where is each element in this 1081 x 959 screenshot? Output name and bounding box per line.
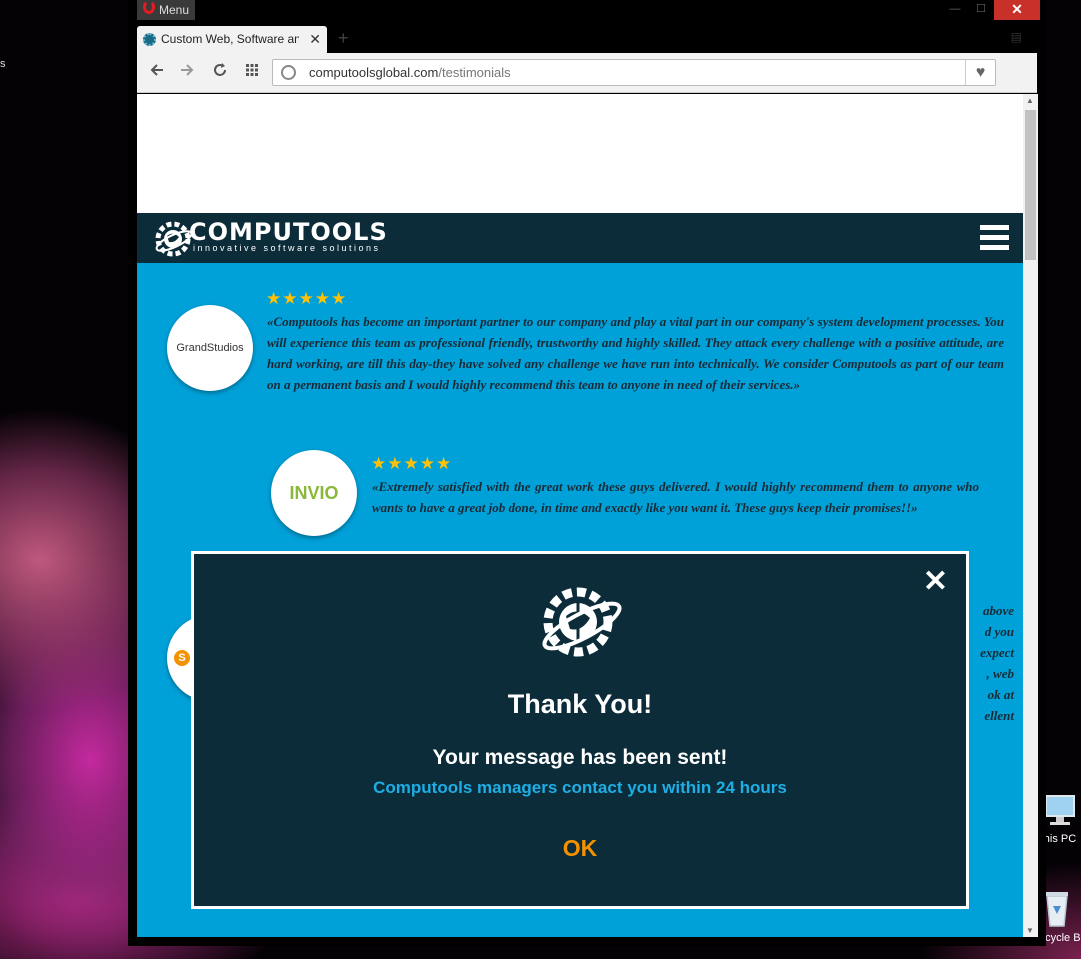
client-name: INVIO — [289, 482, 339, 503]
thank-you-modal: ✕ Thank You! Your message has been sent!… — [191, 551, 969, 909]
opera-logo-icon — [143, 0, 155, 14]
client-logo-grandstudios: GrandStudios — [167, 305, 253, 391]
recycle-bin-icon — [1046, 892, 1068, 927]
bookmark-heart-icon[interactable]: ♥ — [965, 60, 995, 85]
minimize-button[interactable]: — — [942, 0, 968, 20]
maximize-button[interactable]: ☐ — [968, 0, 994, 20]
testimonial-quote-fragment: above d you expect , web ok at ellent — [969, 600, 1014, 726]
browser-toolbar: computoolsglobal.com/testimonials ♥ — [137, 53, 1037, 93]
site-info-icon[interactable] — [281, 65, 296, 80]
reload-icon — [214, 63, 226, 76]
back-arrow-icon — [150, 64, 163, 76]
url-host: computoolsglobal.com — [309, 65, 439, 80]
desktop-icon-label: his PC — [1043, 833, 1077, 845]
site-favicon-icon — [143, 33, 156, 46]
close-window-button[interactable]: ✕ — [994, 0, 1040, 20]
url-path: /testimonials — [438, 65, 511, 80]
back-button[interactable] — [150, 63, 164, 82]
new-tab-button[interactable]: + — [338, 28, 349, 49]
modal-subtitle: Your message has been sent! — [432, 746, 728, 769]
quote-fragment: d you — [984, 624, 1014, 639]
logo-tagline: innovative software solutions — [193, 243, 381, 253]
modal-note: Computools managers contact you within 2… — [373, 778, 787, 797]
forward-button[interactable] — [180, 63, 194, 82]
menu-button[interactable]: Menu — [137, 0, 195, 20]
grid-icon — [246, 64, 258, 76]
vertical-scrollbar[interactable]: ▲ ▼ — [1023, 94, 1038, 937]
modal-title: Thank You! — [507, 689, 653, 719]
ok-button[interactable]: OK — [550, 835, 610, 862]
scroll-up-icon[interactable]: ▲ — [1026, 96, 1034, 105]
testimonial-quote: «Computools has become an important part… — [267, 314, 1004, 392]
client-name: S — [174, 650, 190, 666]
tab-menu-icon[interactable]: ▤ — [1011, 30, 1022, 44]
browser-window: Menu — ☐ ✕ Custom Web, Software and ✕ + … — [128, 0, 1046, 946]
site-header: COMPUTOOLS innovative software solutions — [137, 213, 1023, 263]
quote-fragment: above — [982, 603, 1014, 618]
quote-fragment: ok at — [987, 687, 1014, 702]
reload-button[interactable] — [213, 63, 227, 82]
computools-logo-icon — [542, 587, 622, 657]
client-name: GrandStudios — [176, 342, 244, 354]
tab-title: Custom Web, Software and — [161, 32, 299, 46]
scroll-down-icon[interactable]: ▼ — [1026, 926, 1034, 935]
speed-dial-button[interactable] — [245, 63, 259, 82]
scroll-thumb[interactable] — [1025, 110, 1036, 260]
hamburger-menu-icon[interactable] — [980, 225, 1009, 255]
rating-stars: ★★★★★ — [371, 454, 453, 473]
tab-active[interactable]: Custom Web, Software and ✕ — [137, 26, 327, 53]
client-logo-invio: INVIO — [271, 450, 357, 536]
modal-close-icon[interactable]: ✕ — [923, 564, 948, 599]
computer-icon — [1045, 795, 1075, 825]
quote-fragment: expect — [980, 645, 1014, 660]
menu-label: Menu — [159, 3, 190, 17]
quote-fragment: , web — [986, 666, 1014, 681]
tab-close-button[interactable]: ✕ — [309, 26, 321, 53]
window-controls: — ☐ ✕ — [942, 0, 1040, 20]
forward-arrow-icon — [181, 64, 194, 76]
testimonial-quote: «Extremely satisfied with the great work… — [372, 479, 979, 515]
address-bar[interactable]: computoolsglobal.com/testimonials ♥ — [272, 59, 996, 86]
desktop-text: s — [0, 58, 6, 70]
quote-fragment: ellent — [984, 708, 1014, 723]
page-viewport: ▲ ▼ COMPUTOOLS innovative software solut… — [137, 94, 1038, 937]
logo-name[interactable]: COMPUTOOLS — [189, 218, 388, 246]
rating-stars: ★★★★★ — [266, 289, 348, 308]
